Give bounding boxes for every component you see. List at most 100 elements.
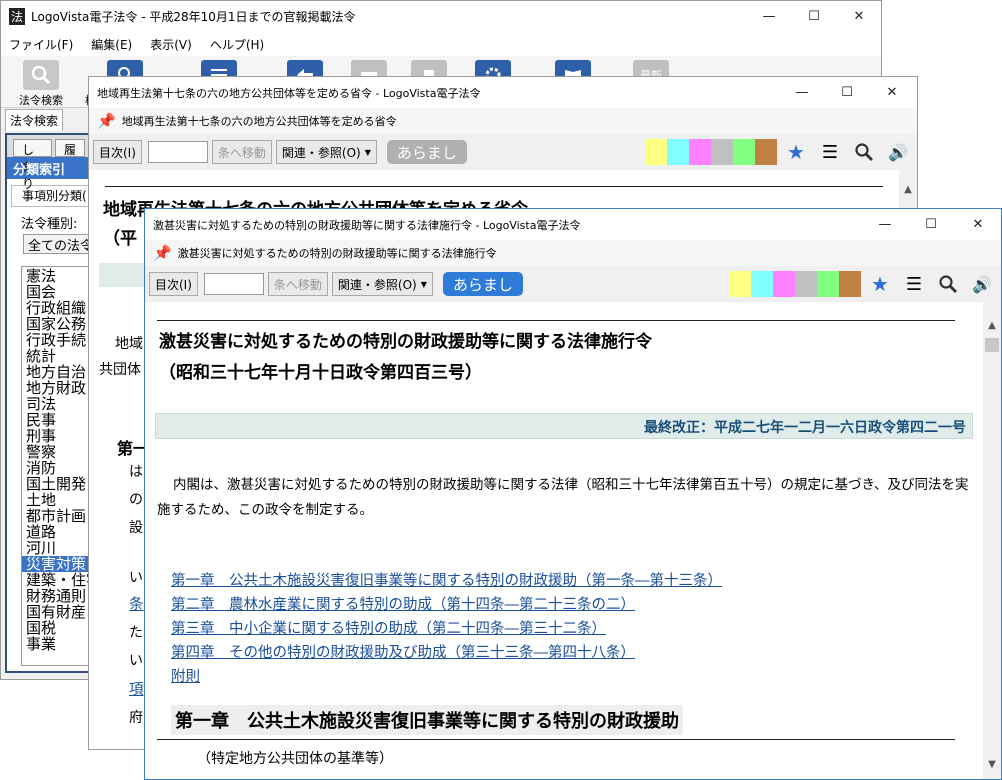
highlight-green-swatch[interactable] [733,139,755,165]
highlight-yellow-swatch[interactable] [729,271,751,297]
win3-titlebar[interactable]: 激甚災害に対処するための特別の財政援助等に関する法律施行令 - LogoVist… [145,209,1001,240]
highlight-brown-swatch[interactable] [755,139,777,165]
win2-maximize-button[interactable]: ☐ [824,77,870,108]
win3-caption-bar: 📌 激甚災害に対処するための特別の財政援助等に関する法律施行令 [145,240,1001,266]
win2-layout-button[interactable]: ☰ [815,138,845,166]
win2-goto-button[interactable]: 条へ移動 [211,140,272,164]
win3-goto-button[interactable]: 条へ移動 [267,272,328,296]
menu-edit[interactable]: 編集(E) [91,36,132,53]
win2-search-button[interactable] [849,138,879,166]
list-item[interactable]: 消防 [22,460,93,476]
win3-minimize-button[interactable]: — [862,209,908,240]
win3-search-button[interactable] [933,270,963,298]
win2-article-input[interactable] [147,141,208,163]
win2-navbar: 目次(I) 条へ移動 関連・参照(O) ▼ あらまし ★ ☰ 🔊 [89,134,917,170]
list-item[interactable]: 刑事 [22,428,93,444]
scroll-down-icon[interactable]: ▼ [983,759,1001,775]
win3-related-button[interactable]: 関連・参照(O) ▼ [331,272,433,296]
menu-file[interactable]: ファイル(F) [9,36,73,53]
list-item[interactable]: 統計 [22,348,93,364]
highlight-gray-swatch[interactable] [795,271,817,297]
chapter-link[interactable]: 第三章 中小企業に関する特別の助成（第二十四条―第三十二条） [171,617,983,641]
main-maximize-button[interactable]: ☐ [791,1,837,32]
main-menubar: ファイル(F) 編集(E) 表示(V) ヘルプ(H) [1,32,881,56]
chapter-link[interactable]: 第二章 農林水産業に関する特別の助成（第十四条―第二十三条の二） [171,593,983,617]
win3-layout-button[interactable]: ☰ [899,270,929,298]
list-item[interactable]: 民事 [22,412,93,428]
win2-titlebar[interactable]: 地域再生法第十七条の六の地方公共団体等を定める省令 - LogoVista電子法… [89,77,917,108]
list-item[interactable]: 建築・住宅 [22,572,93,588]
highlight-magenta-swatch[interactable] [773,271,795,297]
tab-category-index[interactable]: 分類索引 [7,157,94,179]
main-window-title: LogoVista電子法令 - 平成28年10月1日までの官報掲載法令 [31,10,356,24]
chapter-link[interactable]: 第一章 公共土木施設災害復旧事業等に関する特別の財政援助（第一条―第十三条） [171,569,983,593]
scroll-thumb[interactable] [985,338,999,352]
list-item[interactable]: 国会 [22,284,93,300]
win3-summary-button[interactable]: あらまし [442,272,523,296]
list-item[interactable]: 行政組織 [22,300,93,316]
win2-summary-button[interactable]: あらまし [386,140,467,164]
tab-bookmarks[interactable]: しおり [13,139,52,191]
list-item[interactable]: 事業 [22,636,93,652]
supplementary-link[interactable]: 附則 [171,665,983,689]
category-tab[interactable]: 事項別分類( [11,185,94,207]
menu-view[interactable]: 表示(V) [150,36,192,53]
scroll-up-icon[interactable]: ▲ [983,320,1001,336]
win2-speak-button[interactable]: 🔊 [883,138,913,166]
win2-close-button[interactable]: ✕ [869,77,915,108]
main-minimize-button[interactable]: — [746,1,792,32]
pin-icon[interactable]: 📌 [97,112,116,130]
list-item[interactable]: 国家公務 [22,316,93,332]
chevron-down-icon: ▼ [420,279,427,289]
highlight-gray-swatch[interactable] [711,139,733,165]
list-item[interactable]: 行政手続 [22,332,93,348]
highlight-yellow-swatch[interactable] [645,139,667,165]
win3-close-button[interactable]: ✕ [955,209,1001,240]
list-item[interactable]: 国土開発 [22,476,93,492]
list-item[interactable]: 都市計画 [22,508,93,524]
list-item[interactable]: 警察 [22,444,93,460]
highlight-cyan-swatch[interactable] [751,271,773,297]
win3-article-input[interactable] [203,273,264,295]
highlight-magenta-swatch[interactable] [689,139,711,165]
main-titlebar[interactable]: 法 LogoVista電子法令 - 平成28年10月1日までの官報掲載法令 — … [1,1,881,32]
menu-help[interactable]: ヘルプ(H) [210,36,264,53]
list-item[interactable]: 道路 [22,524,93,540]
win2-minimize-button[interactable]: — [779,77,825,108]
list-item[interactable]: 財務通則 [22,588,93,604]
list-item[interactable]: 土地 [22,492,93,508]
scroll-up-icon[interactable]: ▲ [899,184,917,200]
chapter-link[interactable]: 第四章 その他の特別の財政援助及び助成（第三十三条―第四十八条） [171,641,983,665]
list-item[interactable]: 地方財政 [22,380,93,396]
win3-navbar: 目次(I) 条へ移動 関連・参照(O) ▼ あらまし ★ ☰ 🔊 [145,266,1001,302]
law-type-select[interactable]: 全ての法令 [23,234,94,254]
list-item[interactable]: 地方自治 [22,364,93,380]
pin-icon[interactable]: 📌 [153,244,172,262]
win2-bookmark-button[interactable]: ★ [781,138,811,166]
win2-related-label: 関連・参照(O) [281,145,361,160]
highlight-cyan-swatch[interactable] [667,139,689,165]
highlight-brown-swatch[interactable] [839,271,861,297]
win2-toc-button[interactable]: 目次(I) [93,140,142,164]
tab-history[interactable]: 履 [54,139,85,157]
win3-bookmark-button[interactable]: ★ [865,270,895,298]
law-search-button[interactable] [23,60,59,90]
list-item-selected[interactable]: 災害対策 [22,556,93,572]
main-close-button[interactable]: ✕ [836,1,881,32]
category-list: 憲法 国会 行政組織 国家公務 行政手続 統計 地方自治 地方財政 司法 民事 … [21,266,94,666]
win3-speak-button[interactable]: 🔊 [967,270,997,298]
win3-toc-button[interactable]: 目次(I) [149,272,198,296]
list-item[interactable]: 国税 [22,620,93,636]
star-icon: ★ [871,272,889,296]
list-item[interactable]: 憲法 [22,268,93,284]
split-view-icon: ☰ [821,141,839,163]
list-item[interactable]: 司法 [22,396,93,412]
list-item[interactable]: 国有財産 [22,604,93,620]
win3-related-label: 関連・参照(O) [337,277,417,292]
highlight-green-swatch[interactable] [817,271,839,297]
list-item[interactable]: 河川 [22,540,93,556]
tab-law-search[interactable]: 法令検索 [5,109,64,131]
win2-related-button[interactable]: 関連・参照(O) ▼ [275,140,377,164]
win3-maximize-button[interactable]: ☐ [908,209,954,240]
win3-scrollbar[interactable]: ▲ ▼ [983,302,1001,779]
